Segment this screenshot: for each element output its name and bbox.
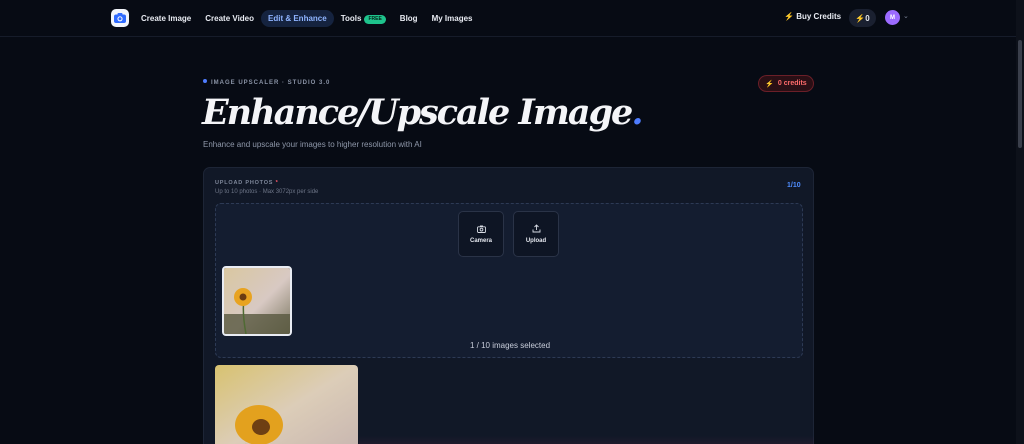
- page-scrollbar[interactable]: [1016, 0, 1024, 444]
- upload-label-text: UPLOAD PHOTOS: [215, 180, 274, 186]
- upload-card: UPLOAD PHOTOS * Up to 10 photos · Max 30…: [203, 167, 814, 444]
- credit-balance-value: 0: [865, 13, 870, 23]
- image-preview: [215, 365, 358, 444]
- upload-button[interactable]: Upload: [513, 211, 559, 257]
- bolt-icon: ⚡: [765, 80, 775, 88]
- page-subtitle: Enhance and upscale your images to highe…: [203, 140, 422, 149]
- nav-create-image[interactable]: Create Image: [141, 10, 191, 27]
- selection-status: 1 / 10 images selected: [469, 341, 551, 350]
- nav-edit-enhance[interactable]: Edit & Enhance: [261, 10, 334, 27]
- upload-label: UPLOAD PHOTOS *: [215, 180, 279, 186]
- eyebrow-text: IMAGE UPSCALER · STUDIO 3.0: [211, 80, 331, 86]
- page-title: Enhance/Upscale Image.: [202, 92, 644, 133]
- decorative-glow: [359, 436, 814, 444]
- nav-tools[interactable]: Tools FREE: [341, 10, 386, 27]
- chevron-down-icon[interactable]: ⌄: [903, 12, 909, 20]
- upload-count: 1/10: [787, 182, 801, 189]
- eyebrow-dot-icon: [203, 79, 207, 83]
- buy-credits-label: Buy Credits: [796, 12, 842, 21]
- credit-balance-pill[interactable]: ⚡ 0: [849, 9, 876, 27]
- credits-badge-text: 0 credits: [777, 80, 807, 87]
- nav-my-images[interactable]: My Images: [432, 10, 473, 27]
- required-mark: *: [275, 180, 279, 186]
- upload-dropzone[interactable]: Camera Upload 1 / 10 images selected: [215, 203, 803, 358]
- top-nav: Create Image Create Video Edit & Enhance…: [0, 0, 1016, 37]
- upload-icon: [532, 224, 540, 233]
- upload-hint: Up to 10 photos · Max 3072px per side: [215, 189, 319, 195]
- nav-create-video[interactable]: Create Video: [205, 10, 254, 27]
- logo-camera-icon[interactable]: [111, 9, 129, 27]
- title-dot: .: [631, 92, 643, 133]
- camera-button[interactable]: Camera: [458, 211, 504, 257]
- nav-links: Create Image Create Video Edit & Enhance…: [141, 10, 486, 27]
- scrollbar-thumb[interactable]: [1018, 40, 1022, 148]
- credits-badge: ⚡ 0 credits: [758, 75, 814, 92]
- bolt-icon: ⚡: [855, 13, 866, 23]
- eyebrow-label: IMAGE UPSCALER · STUDIO 3.0: [203, 79, 330, 86]
- nav-tools-label: Tools: [340, 14, 362, 23]
- free-badge: FREE: [364, 15, 386, 24]
- uploaded-thumbnail[interactable]: [222, 266, 292, 336]
- nav-blog[interactable]: Blog: [400, 10, 418, 27]
- camera-icon: [476, 225, 486, 233]
- page-title-text: Enhance/Upscale Image: [202, 92, 633, 133]
- buy-credits-button[interactable]: ⚡ Buy Credits: [784, 12, 841, 21]
- bolt-icon: ⚡: [784, 12, 794, 21]
- avatar[interactable]: M: [885, 10, 900, 25]
- camera-button-label: Camera: [469, 237, 492, 244]
- upload-button-label: Upload: [525, 238, 547, 244]
